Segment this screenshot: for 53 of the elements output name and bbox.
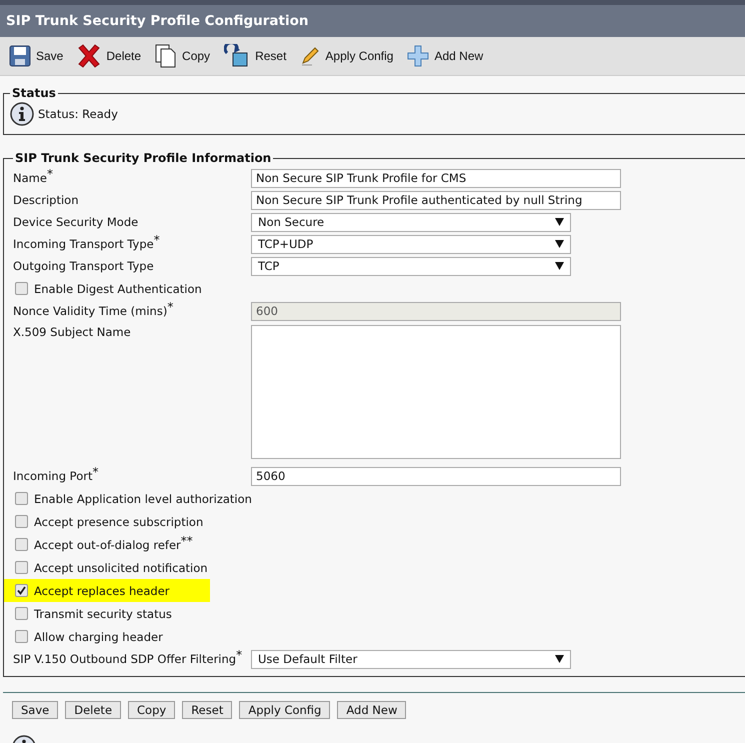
dropdown-arrow-icon [555,262,564,270]
text-field[interactable]: Non Secure SIP Trunk Profile authenticated by null String [251,190,621,210]
status-text: Status: Ready [38,107,118,121]
checkbox-option[interactable]: Enable Application level authorization [15,492,252,506]
checkbox[interactable] [15,561,28,574]
dropdown-arrow-icon [555,240,564,248]
field-label: X.509 Subject Name [13,325,132,339]
dropdown-arrow-icon [555,218,564,226]
copy-icon [155,44,178,68]
checkbox[interactable] [15,282,28,295]
checkbox-option[interactable]: Allow charging header [15,630,163,644]
checkbox-option[interactable]: Accept replaces header [15,584,170,598]
delete-button[interactable]: Delete [74,42,144,70]
field-label: Description [13,193,80,207]
checkbox[interactable] [15,630,28,643]
window-title: SIP Trunk Security Profile Configuration [6,13,308,29]
checkbox-option[interactable]: Accept unsolicited notification [15,560,208,574]
dropdown[interactable]: TCP+UDP [251,234,571,254]
save-button[interactable]: Save [6,43,66,69]
dropdown[interactable]: Use Default Filter [251,650,571,668]
form-button[interactable]: Apply Config [239,701,330,719]
checkbox[interactable] [15,538,28,551]
reset-icon [224,44,250,68]
form-button[interactable]: Reset [182,701,232,719]
field-label: Device Security Mode [13,215,140,229]
plus-icon [407,45,430,67]
apply-button[interactable]: Apply Config [297,44,396,68]
form-button[interactable]: Add New [337,701,406,719]
checkbox[interactable] [15,492,28,505]
checkbox-option[interactable]: Enable Digest Authentication [15,282,202,296]
dropdown-arrow-icon [555,655,564,663]
field-label: Outgoing Transport Type [13,259,155,273]
dropdown[interactable]: Non Secure [251,212,571,232]
section-title: SIP Trunk Security Profile Information [14,151,272,165]
checkbox[interactable] [15,607,28,620]
form-button[interactable]: Save [12,701,58,719]
pencil-icon [300,46,320,66]
text-area[interactable] [251,325,621,459]
checkbox[interactable] [15,584,28,597]
form-button[interactable]: Delete [65,701,122,719]
text-field[interactable]: 5060 [251,466,621,486]
copy-button[interactable]: Copy [152,42,214,70]
dropdown[interactable]: TCP [251,256,571,276]
form-button[interactable]: Copy [128,701,176,719]
x-icon [77,44,102,68]
info-icon [10,102,34,126]
checkbox-option[interactable]: Accept presence subscription [15,514,204,528]
add-button[interactable]: Add New [404,43,486,69]
text-field[interactable]: Non Secure SIP Trunk Profile for CMS [251,168,621,188]
section-title: Status [11,86,57,100]
reset-button[interactable]: Reset [221,42,290,70]
checkbox-option[interactable]: Transmit security status [15,606,172,620]
checkbox[interactable] [15,515,28,528]
